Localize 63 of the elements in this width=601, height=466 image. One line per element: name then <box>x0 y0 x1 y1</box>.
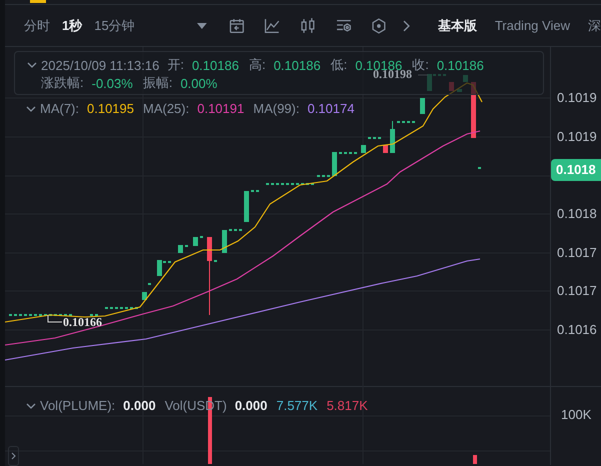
ma-label: MA(7): <box>40 101 79 116</box>
chevron-down-icon[interactable] <box>26 402 36 408</box>
legend-label: 低: <box>330 56 348 74</box>
dropdown-caret-icon[interactable] <box>196 22 207 28</box>
volume-label: Vol(PLUME): <box>40 398 116 413</box>
chevron-down-icon[interactable] <box>27 62 37 68</box>
legend-value: 0.10186 <box>436 58 484 72</box>
ma-value: 0.10191 <box>197 101 244 116</box>
volume-value: 0.000 <box>123 398 156 413</box>
volume-value: 0.000 <box>234 398 268 413</box>
ma-value: 0.10174 <box>307 101 354 116</box>
tab-indicator <box>30 0 46 3</box>
candle <box>178 245 183 253</box>
view-tab[interactable]: Trading View <box>494 16 570 34</box>
price-axis-label: 0.1017 <box>557 245 597 260</box>
candle <box>420 98 425 114</box>
current-price-badge: 0.1018 <box>551 159 601 181</box>
settings-icon[interactable] <box>336 18 352 34</box>
calendar-icon[interactable] <box>228 18 244 34</box>
view-tab[interactable]: 深 <box>588 16 601 34</box>
legend-label: 振幅: <box>142 74 172 92</box>
candle <box>193 237 198 246</box>
interval-tab[interactable]: 15分钟 <box>94 16 135 34</box>
candle <box>332 152 337 176</box>
candle <box>383 145 388 153</box>
leader-line <box>48 314 62 322</box>
candle <box>390 120 395 153</box>
legend-value: -0.03% <box>92 76 133 90</box>
candle <box>222 230 227 253</box>
interval-tab[interactable]: 分时 <box>24 16 50 34</box>
legend-value: 0.00% <box>180 76 218 90</box>
chevron-right-icon <box>11 452 16 460</box>
candlestick-icon[interactable] <box>300 18 316 34</box>
chevron-down-icon[interactable] <box>26 106 36 112</box>
price-axis-label: 0.1017 <box>557 283 597 298</box>
interval-tab[interactable]: 1秒 <box>62 16 82 34</box>
timestamp: 2025/10/09 11:13:16 <box>41 58 160 72</box>
expand-button[interactable] <box>8 446 19 466</box>
candle <box>361 145 366 153</box>
hexagon-icon[interactable] <box>371 18 387 34</box>
candle <box>157 260 162 276</box>
volume-value: 5.817K <box>326 398 368 413</box>
price-axis-label: 0.1019 <box>557 90 597 105</box>
candle <box>244 191 249 222</box>
ma-label: MA(25): <box>143 101 190 116</box>
legend-value: 0.10186 <box>274 58 321 72</box>
ma-value: 0.10195 <box>87 101 134 116</box>
legend-label: 收: <box>412 56 429 74</box>
line-chart-icon[interactable] <box>264 18 280 34</box>
price-axis-label: 0.1016 <box>557 322 597 337</box>
low-price-label: 0.10166 <box>63 315 102 330</box>
legend-label: 开: <box>167 56 184 74</box>
price-axis-label: 0.1018 <box>557 206 597 221</box>
price-axis-label: 0.1019 <box>557 129 597 144</box>
chevron-right-icon[interactable] <box>402 20 410 32</box>
view-tab[interactable]: 基本版 <box>438 16 477 34</box>
volume-axis-label: 100K <box>561 407 592 422</box>
legend-label: 高: <box>248 56 266 74</box>
ma-label: MA(99): <box>253 101 300 116</box>
legend-value: 0.10186 <box>192 58 239 72</box>
volume-value: 7.577K <box>276 398 318 413</box>
candle <box>142 292 147 300</box>
legend-label: 涨跌幅: <box>41 74 84 92</box>
